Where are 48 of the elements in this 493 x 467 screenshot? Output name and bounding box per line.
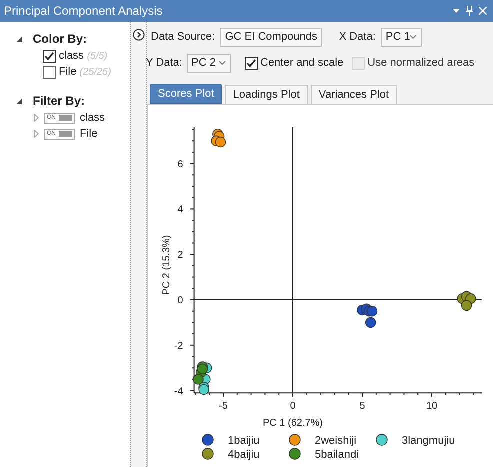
caret-icon xyxy=(218,60,226,66)
field-label: Y Data: xyxy=(146,56,182,71)
tick-label: 5 xyxy=(360,401,366,412)
tab[interactable]: Scores Plot xyxy=(150,84,222,104)
option-label: Use normalized areas xyxy=(368,56,475,71)
collapse-icon[interactable] xyxy=(16,36,23,42)
field-label: X Data: xyxy=(339,30,376,45)
tick-label: 10 xyxy=(426,401,438,412)
axis-title: PC 1 (62.7%) xyxy=(262,418,324,430)
filter-label: File xyxy=(80,126,98,142)
caret-icon xyxy=(410,34,417,40)
tick-label: 0 xyxy=(178,296,184,306)
tick-label: -4 xyxy=(174,386,184,398)
tab[interactable]: Variances Plot xyxy=(310,85,398,104)
y-data-dropdown[interactable]: PC 2 xyxy=(186,54,230,72)
section-heading: Color By: xyxy=(33,31,87,48)
collapse-icon[interactable] xyxy=(16,98,23,104)
data-source-dropdown[interactable]: GC EI Compounds xyxy=(220,28,322,46)
expand-icon[interactable] xyxy=(132,29,144,41)
checkbox[interactable] xyxy=(244,56,258,70)
option-label: Center and scale xyxy=(260,56,344,71)
filter-label: class xyxy=(80,110,106,126)
tab[interactable]: Loadings Plot xyxy=(225,85,308,104)
legend-label: 5bailandi xyxy=(315,449,360,461)
tick-label: 0 xyxy=(290,401,296,412)
x-data-dropdown[interactable]: PC 1 xyxy=(380,28,422,46)
tick-label: 2 xyxy=(178,250,184,262)
tick-label: -5 xyxy=(219,401,228,412)
count-label: (5/5) xyxy=(87,50,108,64)
tick-label: 4 xyxy=(178,204,184,216)
legend-label: 3langmujiu xyxy=(402,435,456,447)
field-label: Data Source: xyxy=(151,30,216,45)
axis-title: PC 2 (15.3%) xyxy=(161,235,172,296)
checkbox[interactable] xyxy=(43,50,56,62)
dropdown-icon[interactable] xyxy=(453,8,460,14)
tick-label: -2 xyxy=(174,340,184,352)
tick-label: 6 xyxy=(178,159,184,170)
legend-label: 2weishiji xyxy=(315,435,357,447)
checkbox-label: class xyxy=(59,48,84,64)
legend-label: 4baijiu xyxy=(228,449,260,461)
window-title: Principal Component Analysis xyxy=(4,3,163,20)
legend-label: 1baijiu xyxy=(228,435,260,447)
checkbox[interactable] xyxy=(43,66,56,78)
checkbox-label: File xyxy=(59,64,77,80)
pin-icon[interactable] xyxy=(466,6,473,16)
section-heading: Filter By: xyxy=(33,93,86,110)
close-icon[interactable] xyxy=(479,7,487,15)
count-label: (25/25) xyxy=(80,66,112,80)
